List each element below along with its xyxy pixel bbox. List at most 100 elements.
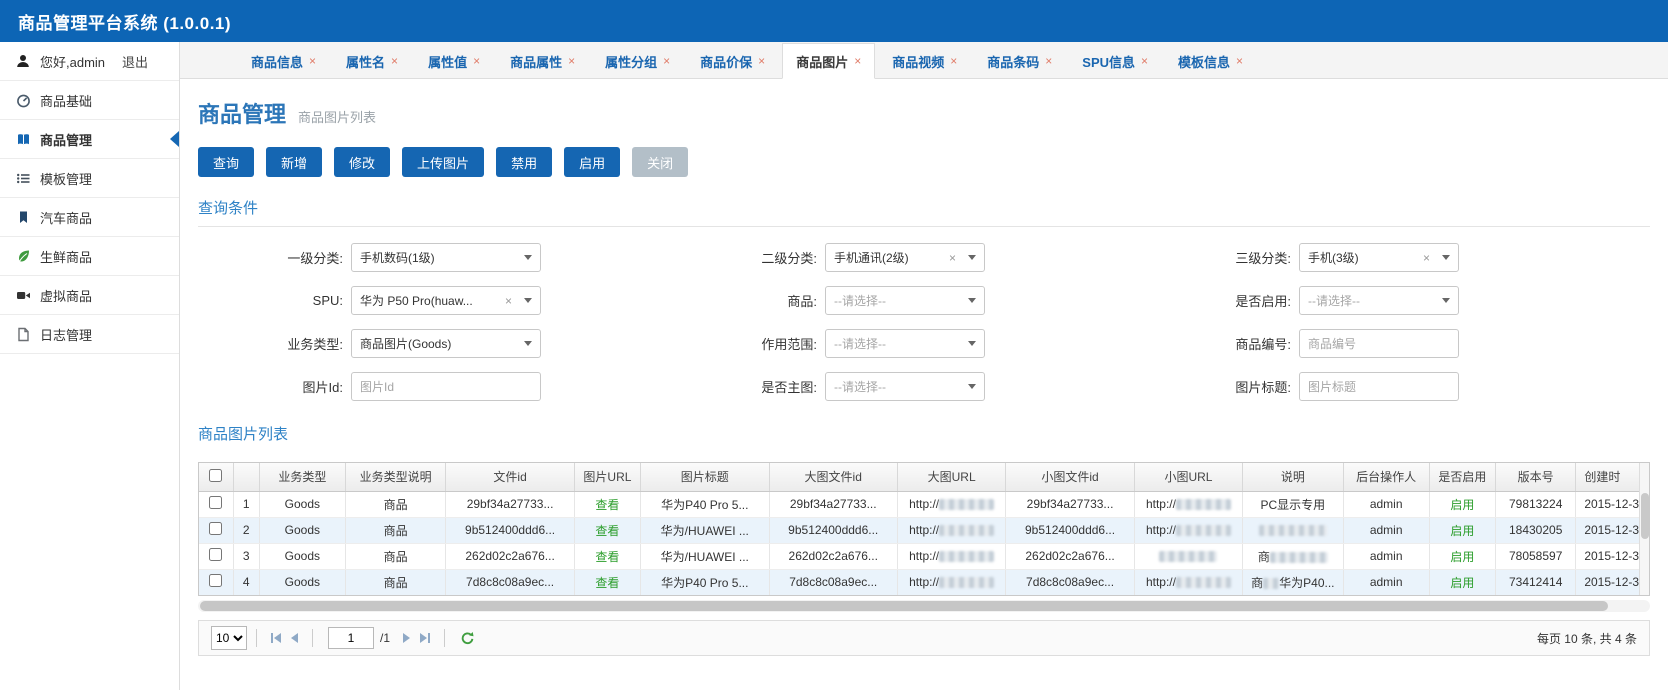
tab-product-info[interactable]: 商品信息 × (238, 43, 329, 79)
close-icon[interactable]: × (854, 55, 861, 67)
logout-link[interactable]: 退出 (122, 52, 148, 71)
page-input[interactable] (328, 627, 374, 649)
sidebar-item-label: 日志管理 (40, 327, 93, 343)
clear-icon[interactable]: × (1423, 251, 1430, 265)
scrollbar-thumb[interactable] (200, 601, 1609, 611)
tab-product-barcode[interactable]: 商品条码 × (974, 43, 1065, 79)
view-link[interactable]: 查看 (595, 498, 619, 512)
sidebar-item-product-basic[interactable]: 商品基础 (0, 81, 179, 120)
tab-label: 商品价保 (700, 54, 753, 70)
field-label: SPU: (312, 293, 343, 308)
sidebar-item-label: 商品基础 (40, 93, 93, 109)
sidebar-item-log-manage[interactable]: 日志管理 (0, 315, 179, 354)
select-category-level1[interactable]: 手机数码(1级) (351, 243, 541, 272)
row-checkbox[interactable] (209, 548, 223, 561)
col-header: 是否启用 (1429, 463, 1497, 492)
field-label: 商品编号: (1235, 337, 1291, 352)
close-icon[interactable]: × (1141, 55, 1148, 67)
query-button[interactable]: 查询 (198, 147, 255, 177)
separator (312, 629, 313, 647)
row-checkbox[interactable] (209, 574, 223, 587)
col-header: 图片标题 (640, 463, 770, 492)
col-index (233, 463, 260, 492)
select-spu[interactable]: 华为 P50 Pro(huaw... × (351, 286, 541, 315)
add-button[interactable]: 新增 (266, 147, 323, 177)
product-code-input[interactable] (1299, 329, 1459, 358)
disable-button[interactable]: 禁用 (496, 147, 553, 177)
select-enabled[interactable]: --请选择-- (1299, 286, 1459, 315)
close-icon[interactable]: × (568, 55, 575, 67)
col-header: 业务类型说明 (345, 463, 447, 492)
row-index: 2 (233, 517, 260, 544)
enable-button[interactable]: 启用 (564, 147, 621, 177)
sidebar-item-template-manage[interactable]: 模板管理 (0, 159, 179, 198)
tab-product-attr[interactable]: 商品属性 × (497, 43, 588, 79)
first-page-button[interactable] (266, 630, 286, 646)
page-title: 商品管理 (198, 102, 287, 127)
clear-icon[interactable]: × (949, 251, 956, 265)
table-row: 4 Goods 商品 7d8c8c08a9ec... 查看 华为P40 Pro … (199, 569, 1649, 595)
redacted-blur (939, 551, 995, 562)
close-icon[interactable]: × (950, 55, 957, 67)
close-icon[interactable]: × (309, 55, 316, 67)
tab-product-video[interactable]: 商品视频 × (879, 43, 970, 79)
tab-product-image[interactable]: 商品图片 × (782, 43, 876, 79)
image-id-input[interactable] (351, 372, 541, 401)
sidebar-item-virtual-product[interactable]: 虚拟商品 (0, 276, 179, 315)
select-scope[interactable]: --请选择-- (825, 329, 985, 358)
clear-icon[interactable]: × (505, 294, 512, 308)
close-button[interactable]: 关闭 (632, 147, 689, 177)
edit-button[interactable]: 修改 (334, 147, 391, 177)
dropdown-arrow-icon (524, 298, 532, 303)
close-icon[interactable]: × (663, 55, 670, 67)
select-category-level3[interactable]: 手机(3级) × (1299, 243, 1459, 272)
select-is-main-image[interactable]: --请选择-- (825, 372, 985, 401)
close-icon[interactable]: × (391, 55, 398, 67)
close-icon[interactable]: × (473, 55, 480, 67)
last-page-button[interactable] (415, 630, 435, 646)
tab-price-protect[interactable]: 商品价保 × (687, 43, 778, 79)
dropdown-arrow-icon (1442, 255, 1450, 260)
status-enabled: 启用 (1450, 523, 1475, 538)
select-product[interactable]: --请选择-- (825, 286, 985, 315)
scrollbar-thumb[interactable] (1641, 493, 1649, 539)
view-link[interactable]: 查看 (595, 524, 619, 538)
horizontal-scrollbar[interactable] (198, 600, 1650, 612)
combo-value: 商品图片(Goods) (360, 337, 452, 351)
table-header-row: 业务类型 业务类型说明 文件id 图片URL 图片标题 大图文件id 大图URL… (199, 463, 1649, 492)
col-header: 图片URL (574, 463, 642, 492)
dropdown-arrow-icon (968, 298, 976, 303)
tab-template-info[interactable]: 模板信息 × (1165, 43, 1256, 79)
combo-value: 手机(3级) (1308, 251, 1359, 265)
col-header: 大图URL (897, 463, 1007, 492)
view-link[interactable]: 查看 (595, 550, 619, 564)
close-icon[interactable]: × (758, 55, 765, 67)
view-link[interactable]: 查看 (595, 576, 619, 590)
select-category-level2[interactable]: 手机通讯(2级) × (825, 243, 985, 272)
row-checkbox[interactable] (209, 522, 223, 535)
tab-attr-group[interactable]: 属性分组 × (592, 43, 683, 79)
prev-page-button[interactable] (286, 630, 303, 646)
row-checkbox[interactable] (209, 496, 223, 509)
separator (256, 629, 257, 647)
tab-spu-info[interactable]: SPU信息 × (1069, 43, 1161, 79)
upload-image-button[interactable]: 上传图片 (402, 147, 485, 177)
sidebar-item-fresh-product[interactable]: 生鲜商品 (0, 237, 179, 276)
product-image-table-wrap: 业务类型 业务类型说明 文件id 图片URL 图片标题 大图文件id 大图URL… (198, 462, 1650, 596)
tab-attr-name[interactable]: 属性名 × (333, 43, 411, 79)
next-page-button[interactable] (398, 630, 415, 646)
select-business-type[interactable]: 商品图片(Goods) (351, 329, 541, 358)
dropdown-arrow-icon (1442, 298, 1450, 303)
row-index: 3 (233, 543, 260, 570)
close-icon[interactable]: × (1045, 55, 1052, 67)
sidebar-item-car-product[interactable]: 汽车商品 (0, 198, 179, 237)
refresh-icon[interactable] (460, 631, 475, 646)
image-title-input[interactable] (1299, 372, 1459, 401)
close-icon[interactable]: × (1236, 55, 1243, 67)
sidebar-item-product-manage[interactable]: 商品管理 (0, 120, 179, 159)
tab-attr-value[interactable]: 属性值 × (415, 43, 493, 79)
vertical-scrollbar[interactable] (1639, 463, 1649, 595)
separator (444, 629, 446, 647)
page-size-select[interactable]: 10 (211, 626, 247, 650)
select-all-checkbox[interactable] (209, 468, 223, 482)
